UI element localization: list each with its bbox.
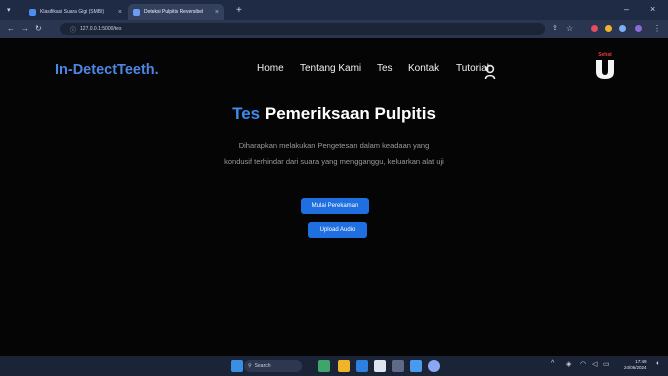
share-icon[interactable]: ⇪ [552, 24, 558, 32]
page-title-accent: Tes [232, 104, 261, 123]
taskbar-app-icon[interactable] [392, 360, 404, 372]
test-instructions: Diharapkan melakukan Pengetesan dalam ke… [224, 141, 444, 166]
tab-close-icon[interactable]: × [118, 9, 122, 16]
tab-favicon [133, 8, 140, 16]
nav-home[interactable]: Home [257, 63, 284, 74]
browser-toolbar: ← → ↻ ⓘ 127.0.0.1:5000/tes ⇪ ☆ ⋮ [0, 20, 668, 38]
extension-icon[interactable] [591, 25, 598, 32]
user-icon[interactable] [484, 64, 496, 80]
reload-icon[interactable]: ↻ [35, 24, 42, 33]
start-recording-button[interactable]: Mulai Perekaman [301, 198, 369, 214]
tab-favicon [29, 8, 36, 16]
chrome-icon[interactable] [428, 360, 440, 372]
start-windows-icon[interactable] [231, 360, 243, 372]
tab-title-2: Deteksi Pulpitis Reversibel [144, 9, 204, 15]
taskbar-search[interactable]: ⚲ Search [244, 360, 302, 372]
browser-tab-strip: ▾ Klasifikasi Suara Gigi (SMBI) × Deteks… [0, 0, 668, 20]
minimize-button[interactable]: – [624, 4, 629, 14]
back-icon[interactable]: ← [7, 24, 15, 33]
bookmark-star-icon[interactable]: ☆ [566, 24, 573, 33]
battery-icon[interactable]: ▭ [603, 360, 610, 368]
search-icon: ⚲ [248, 363, 252, 369]
wifi-icon[interactable]: ◠ [580, 360, 586, 368]
address-text: 127.0.0.1:5000/tes [80, 26, 122, 32]
nav-kontak[interactable]: Kontak [408, 63, 439, 74]
browser-menu-icon[interactable]: ⋮ [653, 24, 661, 33]
extension-icon[interactable] [619, 25, 626, 32]
taskbar-app-icon[interactable] [374, 360, 386, 372]
page-title-main: Pemeriksaan Pulpitis [264, 104, 436, 123]
tab-close-icon[interactable]: × [215, 9, 219, 16]
sehat-tooth-badge: Sehat [592, 52, 618, 80]
vscode-icon[interactable] [410, 360, 422, 372]
browser-taskbar-icon[interactable] [356, 360, 368, 372]
address-bar[interactable]: ⓘ 127.0.0.1:5000/tes [60, 23, 545, 35]
forward-icon[interactable]: → [21, 24, 29, 33]
site-info-icon[interactable]: ⓘ [70, 25, 76, 34]
tab-search-icon[interactable]: ▾ [7, 6, 11, 14]
nav-tentang-kami[interactable]: Tentang Kami [300, 63, 361, 74]
extension-icon[interactable] [605, 25, 612, 32]
browser-tab-2[interactable]: Deteksi Pulpitis Reversibel × [128, 4, 224, 20]
taskbar-clock[interactable]: 17:49 24/06/2024 [624, 359, 647, 371]
tray-chevron-icon[interactable]: ^ [551, 360, 554, 367]
notification-bell-icon[interactable]: ◐ [656, 360, 660, 367]
website-viewport: In-DetectTeeth. Home Tentang Kami Tes Ko… [0, 38, 668, 356]
taskbar-search-label: Search [254, 363, 271, 369]
upload-audio-button[interactable]: Upload Audio [308, 222, 367, 238]
profile-avatar[interactable] [635, 25, 642, 32]
browser-tab-1[interactable]: Klasifikasi Suara Gigi (SMBI) × [24, 4, 127, 20]
windows-taskbar: ⚲ Search ^ ◈ ◠ ◁ ▭ 17:49 24/06/2024 ◐ [0, 356, 668, 376]
close-window-button[interactable]: × [650, 4, 655, 14]
tray-app-icon[interactable]: ◈ [566, 360, 571, 368]
file-explorer-icon[interactable] [338, 360, 350, 372]
volume-icon[interactable]: ◁ [592, 360, 597, 368]
tab-title-1: Klasifikasi Suara Gigi (SMBI) [40, 9, 105, 15]
page-title: Tes Pemeriksaan Pulpitis [0, 104, 668, 124]
nav-tes[interactable]: Tes [377, 63, 393, 74]
taskbar-app-icon[interactable] [318, 360, 330, 372]
badge-label: Sehat [598, 52, 612, 58]
site-logo[interactable]: In-DetectTeeth. [55, 62, 159, 78]
new-tab-button[interactable]: + [236, 5, 242, 16]
clock-date: 24/06/2024 [624, 365, 647, 370]
